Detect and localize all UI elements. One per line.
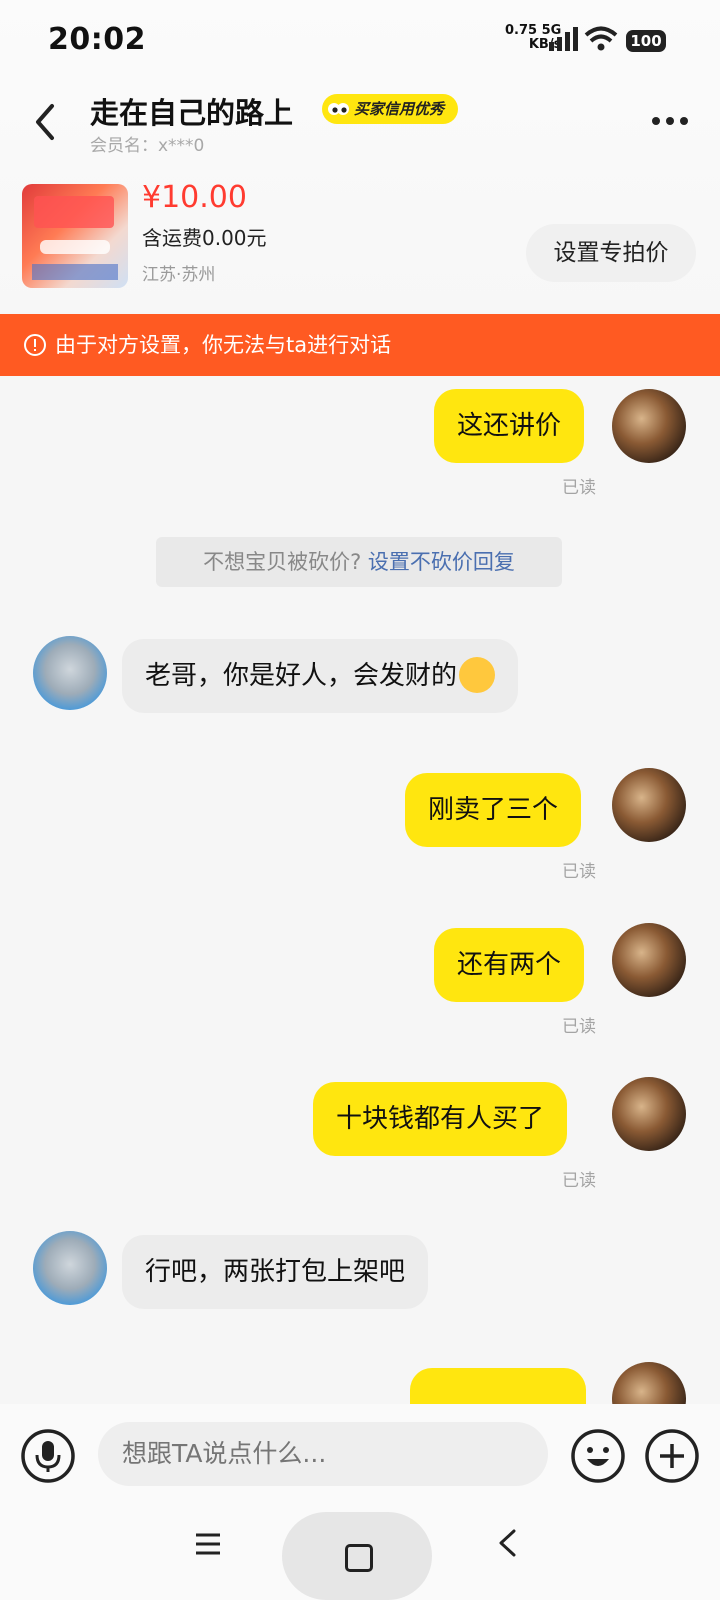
system-nav-bar: [0, 1494, 720, 1600]
status-bar: 20:02 0.75 5G KB/s 100: [0, 0, 720, 80]
product-thumbnail[interactable]: [22, 184, 128, 288]
status-time: 20:02: [48, 22, 146, 57]
message-bubble-sent[interactable]: 这还讲价: [434, 389, 585, 463]
message-bubble-received[interactable]: 老哥，你是好人，会发财的: [122, 639, 519, 713]
add-plus-icon[interactable]: [644, 1428, 700, 1484]
member-id: 会员名：x***0: [90, 136, 205, 156]
product-location: 江苏·苏州: [142, 265, 216, 285]
emoji-icon[interactable]: [570, 1428, 626, 1484]
message-bubble-received[interactable]: 行吧，两张打包上架吧: [122, 1235, 429, 1309]
my-avatar[interactable]: [612, 1362, 686, 1404]
read-status: 已读: [562, 478, 596, 498]
my-avatar[interactable]: [612, 768, 686, 842]
restriction-banner: 由于对方设置，你无法与ta进行对话: [0, 314, 720, 376]
read-status: 已读: [562, 1171, 596, 1191]
battery-icon: 100: [626, 30, 666, 52]
set-special-price-button[interactable]: 设置专拍价: [526, 224, 696, 282]
contact-avatar[interactable]: [33, 1231, 107, 1305]
microphone-icon[interactable]: [20, 1428, 76, 1484]
message-input[interactable]: [98, 1422, 548, 1486]
wifi-icon: [584, 26, 618, 51]
product-price: ¥10.00: [142, 180, 247, 215]
system-tip: 不想宝贝被砍价? 设置不砍价回复: [156, 537, 562, 587]
credit-badge-label: 买家信用优秀: [354, 100, 445, 118]
system-tip-text: 不想宝贝被砍价?: [203, 550, 362, 574]
message-list[interactable]: 这还讲价 已读 不想宝贝被砍价? 设置不砍价回复 老哥，你是好人，会发财的 刚卖…: [0, 376, 720, 1404]
message-bubble-sent[interactable]: 还有两个: [434, 928, 585, 1002]
credit-badge: 买家信用优秀: [322, 94, 459, 124]
warning-icon: [24, 334, 46, 356]
net-speed-value: 0.75: [505, 23, 538, 38]
blushing-emoji-icon: [459, 656, 496, 693]
read-status: 已读: [562, 1017, 596, 1037]
no-bargain-link[interactable]: 设置不砍价回复: [368, 550, 515, 574]
shipping-fee: 含运费0.00元: [142, 226, 267, 250]
message-bubble-sent[interactable]: 十块钱都有人买了: [313, 1082, 568, 1156]
signal-icon: [549, 27, 578, 51]
message-text: 老哥，你是好人，会发财的: [145, 661, 458, 691]
read-status: 已读: [562, 862, 596, 882]
back-arrow-icon[interactable]: [30, 102, 62, 142]
more-options-icon[interactable]: [650, 114, 690, 128]
message-bubble-sent[interactable]: 刚卖了三个: [405, 773, 582, 847]
home-button[interactable]: [282, 1512, 432, 1600]
contact-name[interactable]: 走在自己的路上: [90, 90, 293, 132]
product-card[interactable]: ¥10.00 含运费0.00元 江苏·苏州 设置专拍价: [0, 180, 720, 292]
banner-text: 由于对方设置，你无法与ta进行对话: [55, 333, 392, 357]
my-avatar[interactable]: [612, 389, 686, 463]
message-bubble-sent-partial[interactable]: [410, 1368, 586, 1404]
contact-avatar[interactable]: [33, 636, 107, 710]
my-avatar[interactable]: [612, 923, 686, 997]
chat-header: 走在自己的路上 买家信用优秀 会员名：x***0: [0, 86, 720, 156]
my-avatar[interactable]: [612, 1077, 686, 1151]
nav-back-icon[interactable]: [496, 1528, 518, 1558]
badge-eyes-icon: [328, 103, 349, 115]
recent-apps-menu-icon[interactable]: [194, 1530, 222, 1558]
home-square-icon: [345, 1544, 373, 1572]
